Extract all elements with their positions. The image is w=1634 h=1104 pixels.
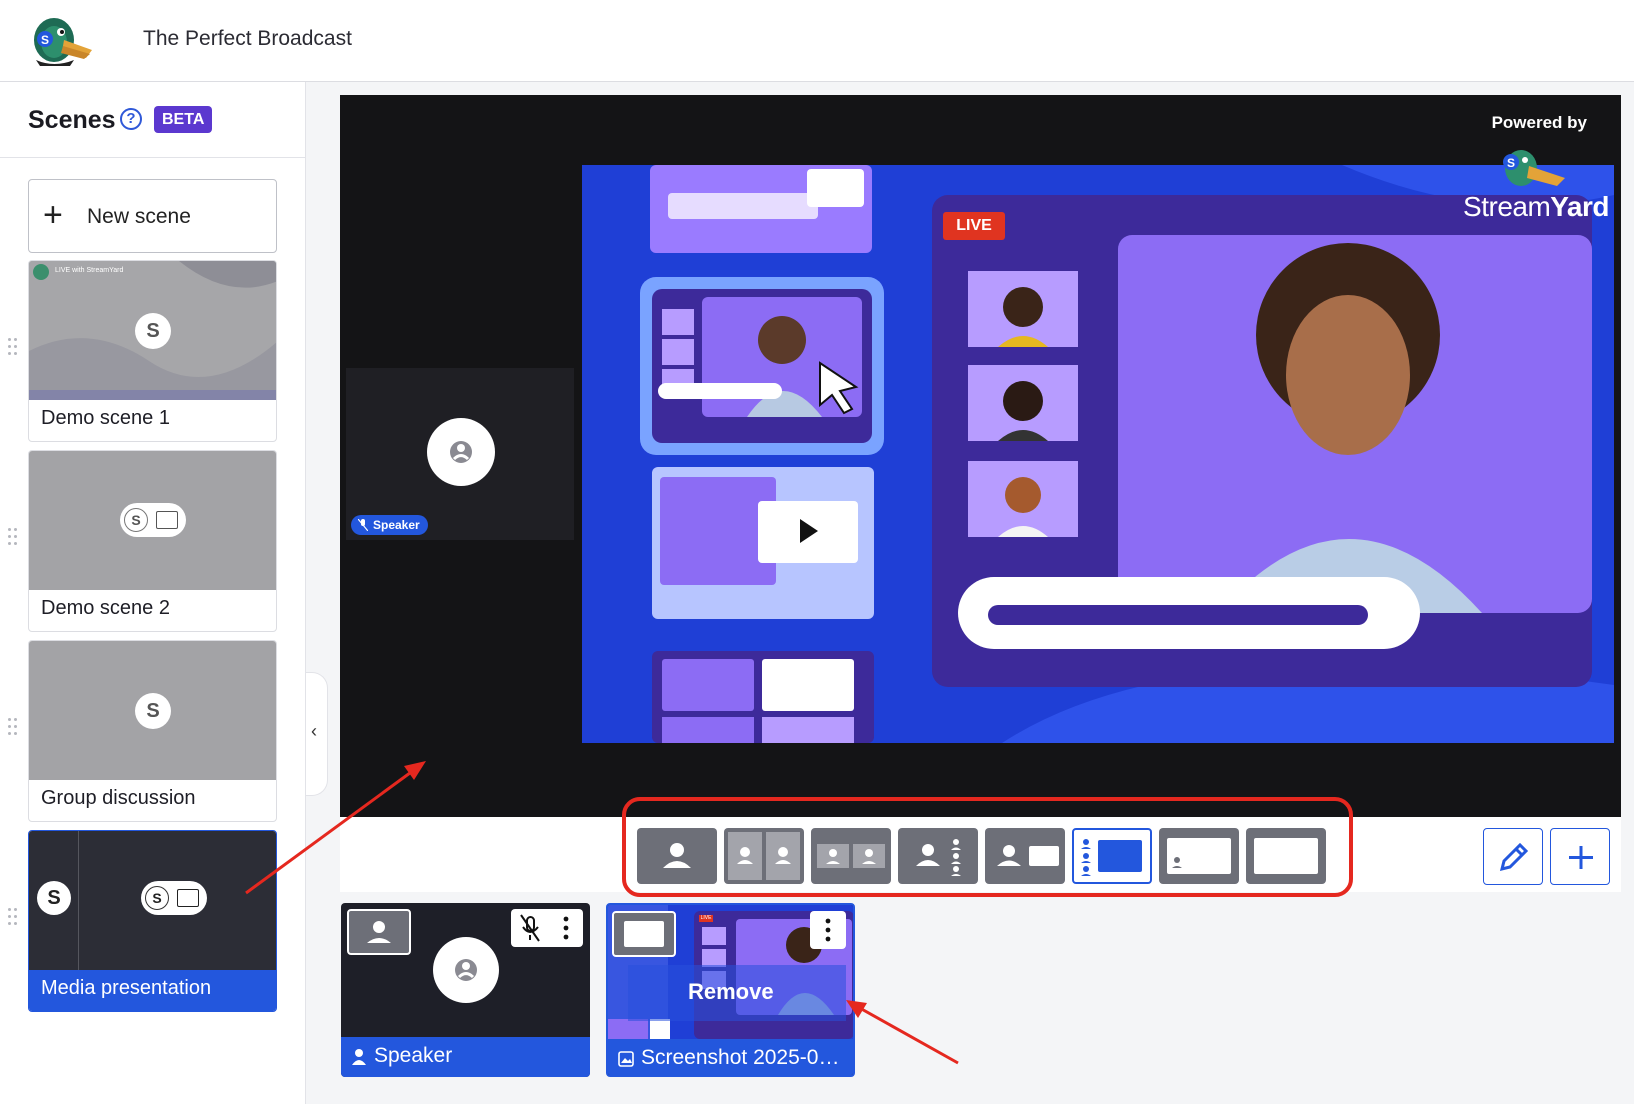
scene-thumbnail: S <box>29 451 276 590</box>
chevron-left-icon: ‹ <box>311 721 317 741</box>
scenes-header: Scenes ? BETA <box>0 82 306 158</box>
avatar-icon <box>427 418 495 486</box>
pencil-icon <box>1499 842 1529 872</box>
streamyard-brand: StreamYard <box>1463 191 1609 223</box>
drag-handle-icon[interactable] <box>8 528 18 546</box>
app-header: S The Perfect Broadcast <box>0 0 1634 82</box>
scene-thumbnail: S <box>29 641 276 780</box>
scene-card-demo-scene-1[interactable]: LIVE with StreamYard S Demo scene 1 <box>28 260 277 442</box>
avatar-and-share-icon: S <box>141 881 207 915</box>
tile-controls <box>511 909 583 947</box>
edit-button[interactable] <box>1483 828 1543 885</box>
avatar: S <box>37 881 71 915</box>
drag-handle-icon[interactable] <box>8 338 18 356</box>
live-badge: LIVE <box>943 212 1005 240</box>
add-button[interactable] <box>1550 828 1610 885</box>
remove-label: Remove <box>688 979 774 1004</box>
screen-share-icon <box>177 889 199 907</box>
brand-prefix: Stream <box>1463 191 1551 222</box>
shared-media: LIVE <box>582 165 1614 743</box>
more-icon[interactable] <box>810 911 846 949</box>
avatar-icon <box>433 937 499 1003</box>
live-mini-badge: LIVE <box>699 915 713 922</box>
speaker-badge-label: Speaker <box>373 518 420 532</box>
streamyard-duck-icon: S <box>1499 142 1569 194</box>
person-icon <box>352 1049 366 1065</box>
thumb-title: LIVE with StreamYard <box>55 267 124 274</box>
mic-muted-icon <box>520 914 540 942</box>
powered-by-label: Powered by <box>1491 113 1587 132</box>
collapse-sidebar-button[interactable]: ‹ <box>306 672 328 796</box>
more-icon <box>563 916 569 940</box>
svg-text:S: S <box>1507 156 1515 170</box>
help-icon[interactable]: ? <box>120 108 142 130</box>
image-icon <box>618 1051 634 1067</box>
scene-thumbnail: S S <box>29 831 276 970</box>
scene-name: Demo scene 2 <box>41 597 170 619</box>
plus-icon <box>1569 846 1593 869</box>
beta-badge: BETA <box>154 106 213 133</box>
avatar: S <box>135 693 171 729</box>
scene-name: Group discussion <box>41 787 196 809</box>
brand-suffix: Yard <box>1550 191 1609 222</box>
scenes-title: Scenes <box>28 106 116 134</box>
plus-icon: + <box>43 196 63 234</box>
speaker-badge: Speaker <box>351 515 428 535</box>
avatar: S <box>135 313 171 349</box>
new-scene-button[interactable]: + New scene <box>28 179 277 253</box>
broadcast-title[interactable]: The Perfect Broadcast <box>143 27 352 51</box>
scene-card-demo-scene-2[interactable]: S Demo scene 2 <box>28 450 277 632</box>
screen-share-icon <box>156 511 178 529</box>
svg-text:S: S <box>41 33 49 47</box>
speaker-source-tile[interactable]: Speaker <box>341 903 590 1077</box>
media-illustration <box>582 165 1614 743</box>
speaker-source-label: Speaker <box>374 1044 453 1067</box>
scene-name: Media presentation <box>41 977 212 999</box>
scene-name: Demo scene 1 <box>41 407 170 429</box>
scene-card-media-presentation[interactable]: S S Media presentation <box>28 830 277 1012</box>
mini-logo-icon <box>33 264 49 280</box>
speaker-tile[interactable]: Speaker <box>346 368 574 540</box>
media-source-label: Screenshot 2025-0… <box>641 1046 840 1069</box>
drag-handle-icon[interactable] <box>8 908 18 926</box>
remove-button[interactable]: Remove <box>628 965 846 1021</box>
scene-thumbnail: LIVE with StreamYard S <box>29 261 276 400</box>
new-scene-label: New scene <box>87 205 191 228</box>
scene-card-group-discussion[interactable]: S Group discussion <box>28 640 277 822</box>
streamyard-logo-icon[interactable]: S <box>30 12 98 68</box>
annotation-highlight <box>622 797 1353 897</box>
avatar-and-share-icon: S <box>120 503 186 537</box>
add-to-stage-icon[interactable] <box>612 911 676 957</box>
mic-muted-icon <box>358 519 368 531</box>
avatar: S <box>124 508 148 532</box>
drag-handle-icon[interactable] <box>8 718 18 736</box>
avatar: S <box>145 886 169 910</box>
add-to-stage-icon[interactable] <box>347 909 411 955</box>
scenes-sidebar: Scenes ? BETA + New scene LIVE with Stre… <box>0 82 306 1104</box>
broadcast-stage: Speaker LIVE Powered by S StreamYard <box>340 95 1621 817</box>
